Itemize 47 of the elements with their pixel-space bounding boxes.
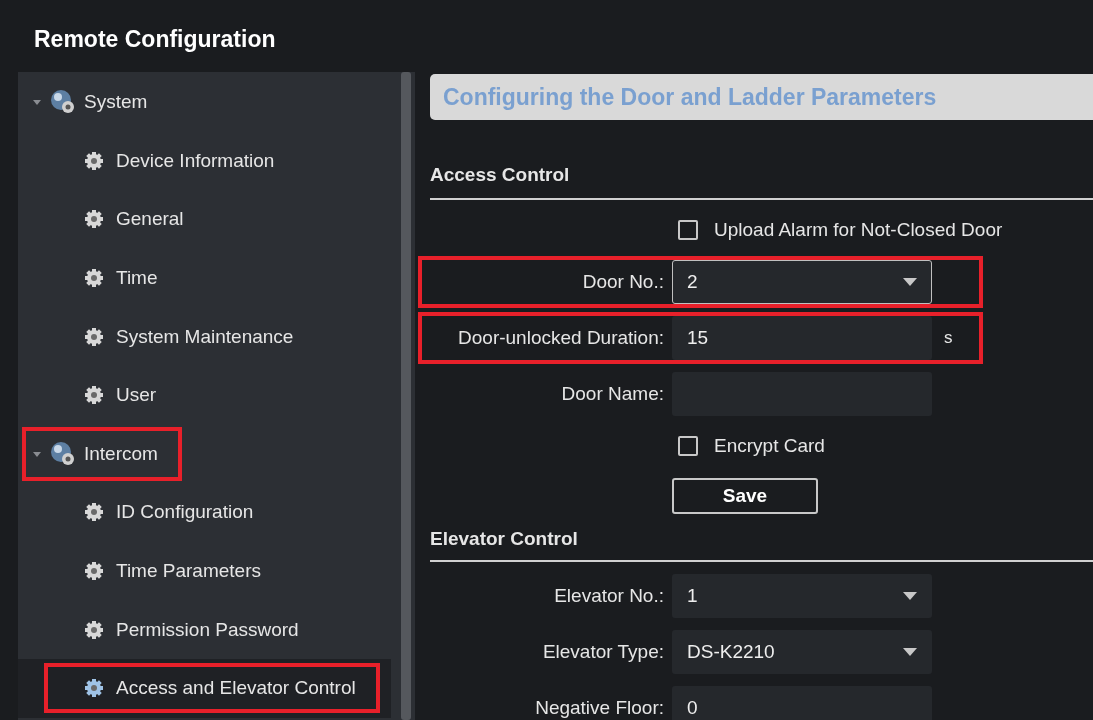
tree-item[interactable]: System [84, 91, 148, 114]
globe-gear-icon [50, 89, 76, 116]
scrollbar[interactable] [401, 72, 411, 720]
section-heading: Access Control [430, 164, 571, 187]
field-label: Elevator Type: [542, 641, 664, 662]
tree-item[interactable]: User [116, 384, 157, 407]
caret-icon [903, 648, 917, 656]
gear-icon [84, 678, 104, 699]
dropdown[interactable]: 1 [672, 574, 932, 618]
input-field[interactable]: 15 [672, 316, 932, 360]
gear-icon [84, 326, 104, 347]
unit-label: s [944, 328, 953, 348]
tree-item[interactable]: System Maintenance [116, 325, 294, 348]
dropdown[interactable]: 2 [672, 260, 932, 304]
gear-icon [84, 502, 104, 523]
checkbox-label: Encrypt Card [714, 435, 825, 457]
tree-item[interactable]: Time [116, 267, 158, 290]
field-label: Negative Floor: [535, 697, 664, 718]
globe-gear-icon [50, 440, 76, 467]
gear-icon [84, 150, 104, 171]
tree-item[interactable]: ID Configuration [116, 501, 254, 524]
tree-item[interactable]: General [116, 208, 184, 231]
dropdown[interactable]: DS-K2210 [672, 630, 932, 674]
input-field[interactable]: 0 [672, 686, 932, 720]
tree-item[interactable]: Intercom [84, 442, 158, 465]
gear-icon [84, 561, 104, 582]
gear-icon [84, 385, 104, 406]
field-label: Door-unlocked Duration: [458, 327, 664, 348]
field-label: Door Name: [561, 383, 664, 404]
save-button[interactable]: Save [672, 478, 818, 514]
field-label: Door No.: [582, 271, 664, 292]
window-title: Remote Configuration [34, 25, 276, 53]
tree-item[interactable]: Access and Elevator Control [116, 677, 356, 700]
checkbox[interactable] [678, 436, 698, 456]
gear-icon [84, 209, 104, 230]
gear-icon [84, 619, 104, 640]
gear-icon [84, 268, 104, 289]
tree-item[interactable]: Device Information [116, 149, 275, 172]
checkbox[interactable] [678, 220, 698, 240]
section-heading: Elevator Control [430, 528, 579, 551]
caret-icon [903, 592, 917, 600]
tree-item[interactable]: Permission Password [116, 618, 299, 641]
page-title: Configuring the Door and Ladder Parameters [443, 83, 937, 111]
field-label: Elevator No.: [554, 585, 664, 606]
tree-item[interactable]: Time Parameters [116, 560, 261, 583]
caret-icon [903, 278, 917, 286]
checkbox-label: Upload Alarm for Not-Closed Door [714, 219, 1003, 241]
